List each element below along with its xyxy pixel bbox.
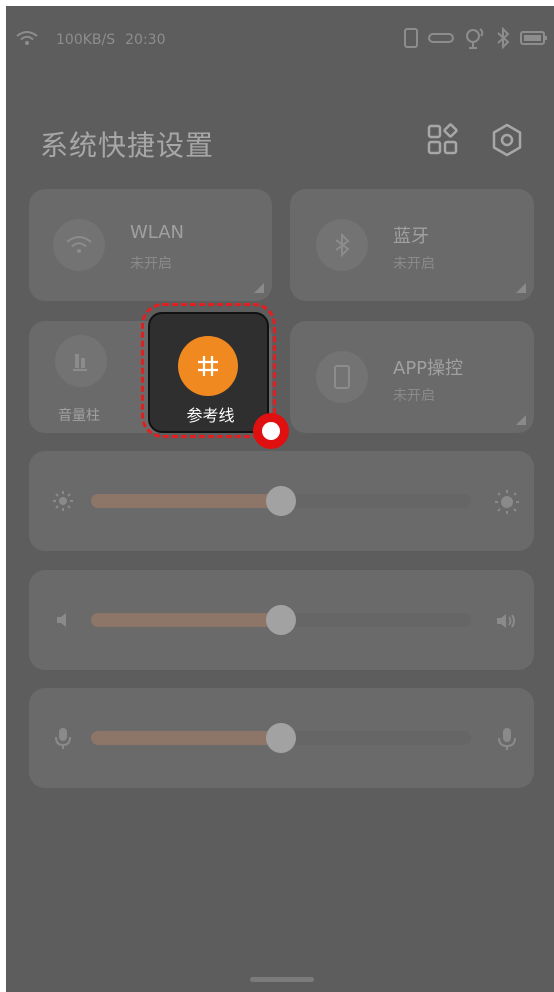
settings-gear-icon[interactable] bbox=[489, 122, 525, 158]
volume-slider-card bbox=[29, 570, 534, 670]
drag-touch-point[interactable] bbox=[253, 413, 289, 449]
sun-large-icon bbox=[494, 489, 520, 515]
grid-hash-icon bbox=[178, 336, 238, 396]
tile-wlan[interactable]: WLAN 未开启 bbox=[29, 189, 272, 301]
speaker-high-icon bbox=[494, 608, 520, 634]
tile-app-control[interactable]: APP操控 未开启 bbox=[290, 321, 534, 433]
volume-bar-icon bbox=[55, 335, 107, 387]
slider-fill bbox=[91, 613, 281, 627]
status-bar: 100KB/S 20:30 bbox=[6, 6, 554, 66]
sun-small-icon bbox=[51, 489, 75, 513]
tile-label: APP操控 bbox=[393, 358, 464, 379]
brightness-slider-card bbox=[29, 451, 534, 551]
tile-status: 未开启 bbox=[393, 256, 435, 272]
phone-icon bbox=[316, 351, 368, 403]
microphone-slider-card bbox=[29, 688, 534, 788]
slider-handle[interactable] bbox=[266, 605, 296, 635]
expand-corner-icon bbox=[516, 415, 526, 425]
phone-icon bbox=[404, 28, 418, 52]
slider-fill bbox=[91, 731, 281, 745]
brightness-slider[interactable] bbox=[91, 486, 471, 516]
tile-bluetooth[interactable]: 蓝牙 未开启 bbox=[290, 189, 534, 301]
slider-handle[interactable] bbox=[266, 723, 296, 753]
quick-settings-screen: 100KB/S 20:30 系统快捷设置 WLAN 未开启 蓝牙 未开启 音量柱… bbox=[6, 6, 554, 992]
tile-status: 未开启 bbox=[130, 256, 172, 272]
tile-label: 参考线 bbox=[186, 406, 235, 425]
bluetooth-icon bbox=[496, 26, 510, 53]
gyro-icon bbox=[464, 27, 486, 53]
tile-label: WLAN bbox=[130, 222, 185, 243]
bluetooth-icon bbox=[316, 219, 368, 271]
microphone-slider[interactable] bbox=[91, 723, 471, 753]
battery-icon bbox=[520, 30, 548, 50]
tile-label: 蓝牙 bbox=[393, 226, 429, 247]
page-title: 系统快捷设置 bbox=[40, 129, 215, 162]
home-indicator[interactable] bbox=[250, 977, 314, 982]
network-speed: 100KB/S bbox=[56, 32, 116, 48]
tile-status: 未开启 bbox=[393, 388, 435, 404]
layout-grid-icon[interactable] bbox=[425, 122, 461, 158]
expand-corner-icon bbox=[254, 283, 264, 293]
link-icon bbox=[428, 32, 454, 48]
clock: 20:30 bbox=[125, 32, 166, 48]
slider-handle[interactable] bbox=[266, 486, 296, 516]
wifi-icon bbox=[53, 219, 105, 271]
volume-slider[interactable] bbox=[91, 605, 471, 635]
tile-label: 音量柱 bbox=[58, 408, 100, 424]
dragging-tile-reference-lines[interactable]: 参考线 bbox=[148, 312, 269, 433]
mic-icon bbox=[51, 726, 75, 750]
mic-icon bbox=[494, 726, 520, 752]
speaker-low-icon bbox=[51, 608, 75, 632]
wifi-icon bbox=[16, 30, 38, 50]
expand-corner-icon bbox=[516, 283, 526, 293]
slider-fill bbox=[91, 494, 281, 508]
